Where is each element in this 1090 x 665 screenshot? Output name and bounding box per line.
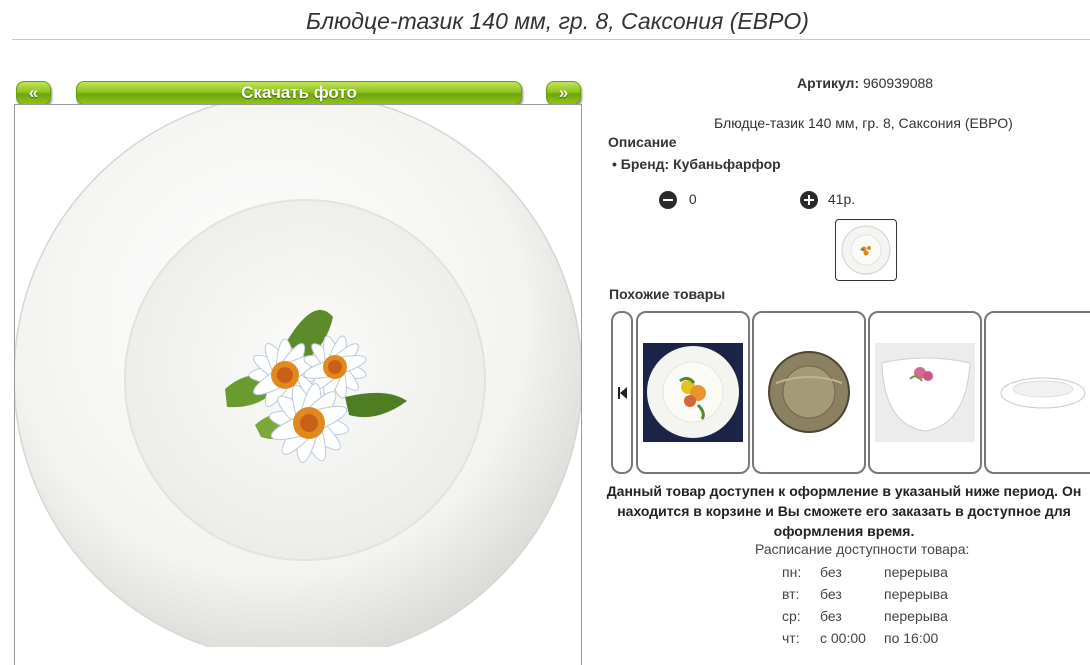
bullet-icon: •: [612, 156, 621, 172]
schedule-day: ср:: [782, 608, 801, 624]
sku: Артикул: 960939088: [797, 75, 933, 91]
similar-item[interactable]: [636, 311, 750, 474]
brand-item: • Бренд: Кубаньфарфор: [612, 156, 781, 172]
schedule-to: перерыва: [884, 564, 948, 580]
schedule-day: чт:: [782, 630, 800, 646]
prev-photo-button[interactable]: «: [16, 81, 51, 105]
plus-circle-icon[interactable]: [800, 191, 818, 210]
minus-circle-icon[interactable]: [659, 191, 677, 210]
schedule-from: с 00:00: [820, 630, 866, 646]
next-photo-button[interactable]: »: [546, 81, 581, 105]
add-to-cart-control: 41р.: [800, 191, 856, 210]
schedule-from: без: [820, 586, 842, 602]
availability-notice: Данный товар доступен к оформление в ука…: [606, 483, 1082, 539]
download-photo-button[interactable]: Скачать фото: [76, 81, 522, 105]
similar-item[interactable]: [752, 311, 866, 474]
photo-thumbnail[interactable]: [835, 219, 897, 281]
schedule-to: по 16:00: [884, 630, 939, 646]
thumbnail-plate-image: [841, 225, 891, 275]
schedule-to: перерыва: [884, 586, 948, 602]
quantity-control: 0: [659, 191, 697, 210]
schedule-from: без: [820, 564, 842, 580]
schedule-from: без: [820, 608, 842, 624]
rose-salad-bowl-image: [875, 343, 975, 442]
product-photo[interactable]: [13, 92, 583, 662]
schedule-to: перерыва: [884, 608, 948, 624]
similar-heading: Похожие товары: [609, 286, 726, 302]
sku-value: 960939088: [863, 75, 934, 91]
schedule-title: Расписание доступности товара:: [755, 541, 970, 557]
price-value: 41р.: [827, 191, 856, 207]
schedule-day: вт:: [782, 586, 800, 602]
smoked-glass-plate-image: [768, 351, 850, 433]
description-heading: Описание: [608, 134, 677, 150]
product-photo-frame: [13, 92, 583, 665]
similar-item[interactable]: [984, 311, 1090, 474]
flower-plate-image: [643, 343, 743, 442]
similar-scroll-back-button[interactable]: [611, 311, 633, 474]
title-divider: [12, 39, 1090, 40]
schedule-day: пн:: [782, 564, 802, 580]
skip-back-icon: [618, 387, 627, 399]
product-name: Блюдце-тазик 140 мм, гр. 8, Саксония (ЕВ…: [714, 115, 1013, 131]
sku-label: Артикул:: [797, 75, 860, 91]
similar-item[interactable]: [868, 311, 982, 474]
white-plate-image: [1000, 377, 1086, 409]
brand-text: Бренд: Кубаньфарфор: [620, 156, 781, 172]
quantity-value: 0: [688, 191, 697, 207]
page-title: Блюдце-тазик 140 мм, гр. 8, Саксония (ЕВ…: [306, 8, 809, 34]
